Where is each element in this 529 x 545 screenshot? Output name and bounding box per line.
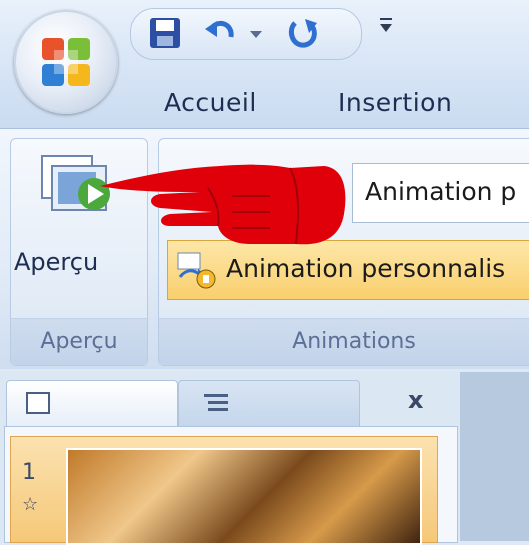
chevron-down-icon[interactable] [247, 15, 265, 51]
quick-access-toolbar [130, 8, 362, 60]
tab-slides[interactable] [6, 380, 178, 427]
apercu-group-label: Aperçu [11, 318, 147, 365]
outline-icon [204, 394, 228, 411]
customize-qat-icon[interactable] [378, 14, 394, 42]
tab-insertion[interactable]: Insertion [338, 88, 452, 117]
slide-number: 1 [22, 460, 36, 485]
animations-group-label: Animations [159, 318, 529, 365]
slide-thumbnail-image[interactable] [66, 448, 422, 545]
pointing-hand-icon [100, 164, 346, 245]
slide-editor-area [460, 372, 529, 541]
slide-icon [26, 392, 50, 414]
animation-dropdown[interactable]: Animation p [352, 163, 529, 223]
custom-animation-icon [177, 252, 216, 289]
animation-star-icon: ☆ [22, 494, 39, 515]
redo-icon[interactable] [285, 15, 321, 51]
undo-icon[interactable] [203, 15, 239, 51]
apercu-button-label[interactable]: Aperçu [14, 248, 98, 276]
custom-animation-label: Animation personnalis [226, 254, 506, 283]
tab-outline[interactable] [178, 380, 360, 427]
office-button[interactable] [14, 10, 118, 114]
office-logo-icon [42, 38, 90, 86]
close-icon[interactable]: x [408, 386, 423, 414]
save-icon[interactable] [147, 15, 183, 51]
tab-accueil[interactable]: Accueil [164, 88, 257, 117]
animation-dropdown-value: Animation p [365, 177, 517, 206]
